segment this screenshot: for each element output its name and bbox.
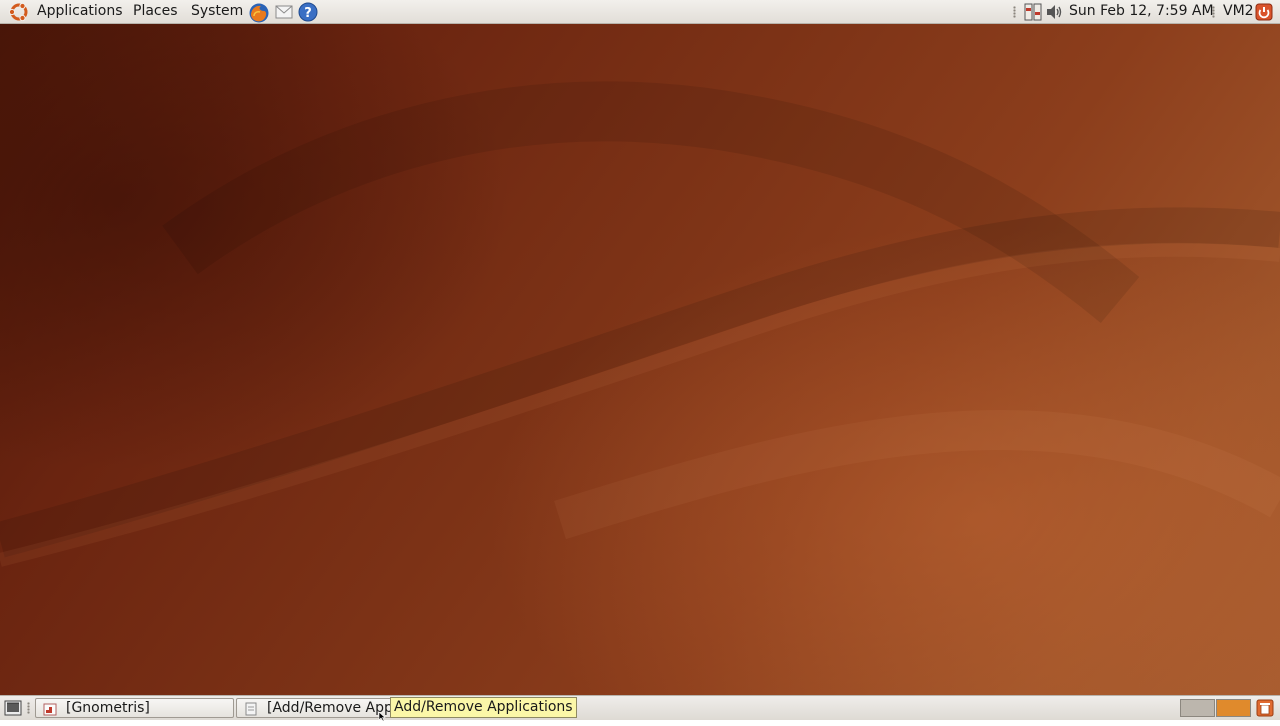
tray-handle[interactable] [1013, 6, 1016, 18]
help-icon[interactable]: ? [298, 2, 318, 22]
user-switcher[interactable]: VM2 [1221, 0, 1256, 23]
workspace-2[interactable] [1216, 699, 1251, 717]
gnometris-icon [42, 701, 58, 717]
power-icon[interactable] [1255, 3, 1273, 25]
task-label: [Add/Remove Appli [267, 700, 394, 716]
svg-text:?: ? [304, 6, 312, 21]
mail-icon[interactable] [274, 2, 294, 22]
tooltip: Add/Remove Applications [390, 697, 577, 718]
firefox-icon[interactable] [248, 2, 269, 23]
show-desktop-icon[interactable] [4, 700, 22, 720]
volume-icon[interactable] [1045, 3, 1065, 25]
top-panel: Applications Places System ? Sun Feb 12,… [0, 0, 1280, 24]
taskbar-handle[interactable] [27, 702, 30, 714]
add-remove-icon [243, 701, 259, 717]
network-icon[interactable] [1024, 3, 1042, 25]
panel-separator [1212, 6, 1215, 18]
system-menu[interactable]: System [189, 0, 245, 23]
applications-menu[interactable]: Applications [35, 0, 125, 23]
trash-icon[interactable] [1256, 699, 1274, 721]
workspace-1[interactable] [1180, 699, 1215, 717]
places-menu[interactable]: Places [131, 0, 180, 23]
wallpaper-swirl [0, 81, 1280, 567]
task-label: [Gnometris] [66, 700, 150, 716]
desktop-wallpaper [0, 0, 1280, 720]
task-gnometris[interactable]: [Gnometris] [35, 698, 234, 718]
ubuntu-logo-icon[interactable] [8, 0, 32, 23]
task-add-remove-applications[interactable]: [Add/Remove Appli [236, 698, 394, 718]
mouse-pointer-icon [378, 710, 386, 726]
clock[interactable]: Sun Feb 12, 7:59 AM [1067, 0, 1216, 23]
bottom-panel: [Gnometris] [Add/Remove Appli [0, 695, 1280, 722]
